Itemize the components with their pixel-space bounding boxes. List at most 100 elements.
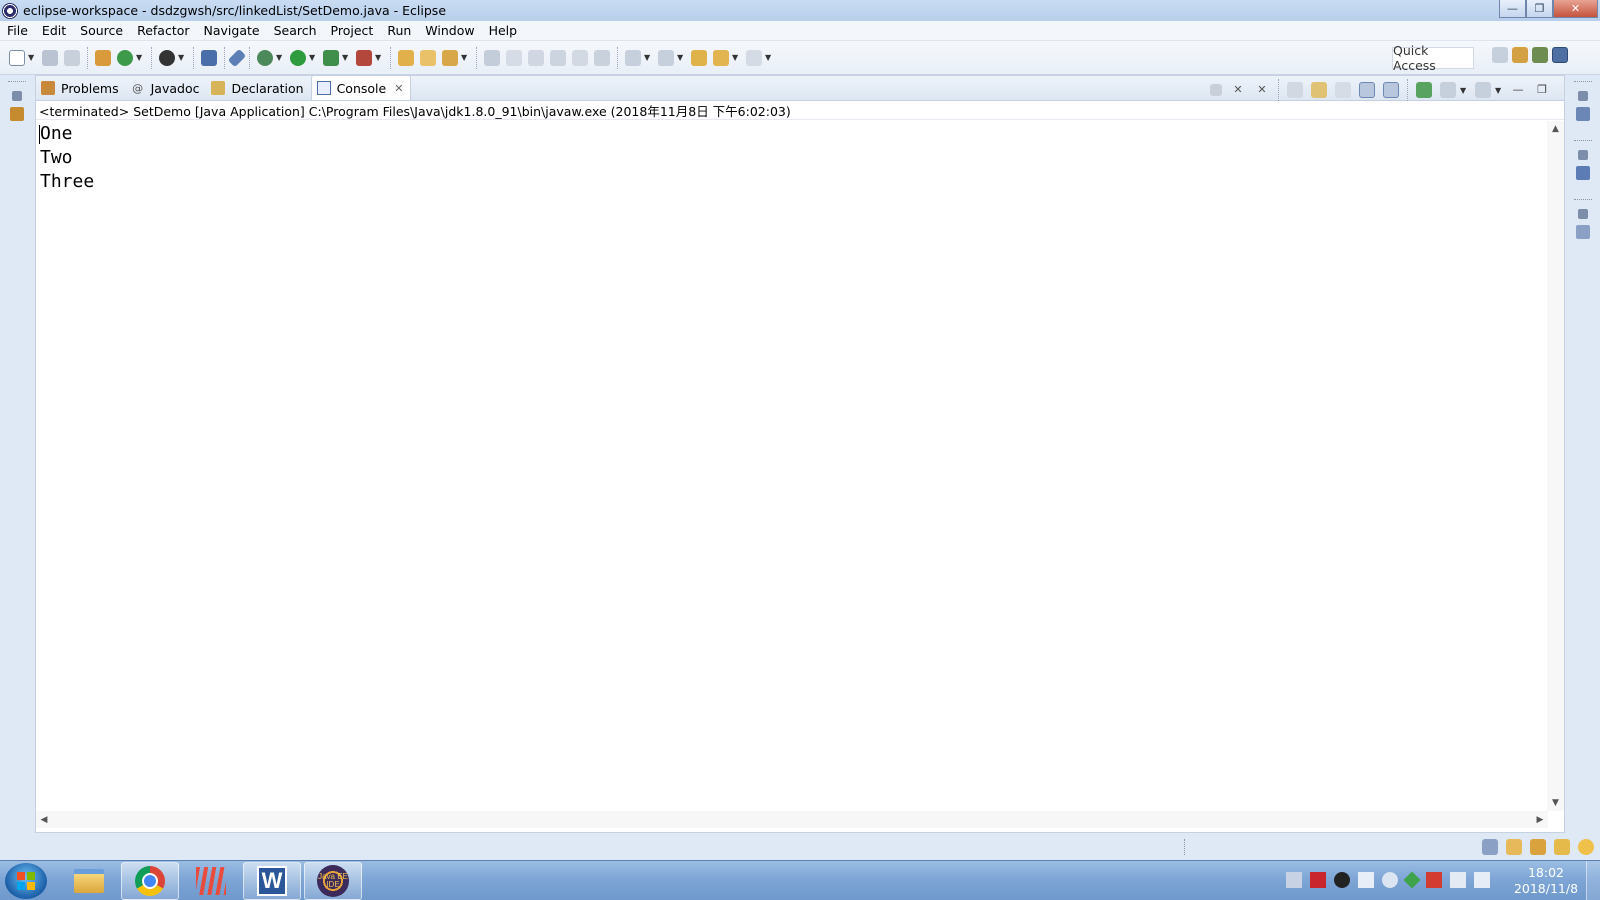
external-tools-icon[interactable] (356, 49, 372, 66)
coverage-dropdown-icon[interactable]: ▼ (342, 53, 350, 62)
keyboard-icon[interactable] (1286, 872, 1302, 888)
minimize-view-icon[interactable]: — (1510, 82, 1526, 98)
restore-button[interactable]: ❐ (1526, 0, 1553, 18)
save-all-icon[interactable] (64, 49, 80, 66)
menu-navigate[interactable]: Navigate (197, 23, 267, 38)
tab-problems[interactable]: Problems (36, 76, 126, 100)
skip-breakpoints-icon[interactable] (227, 48, 247, 67)
menu-file[interactable]: File (0, 23, 35, 38)
tab-console[interactable]: Console ✕ (310, 75, 412, 100)
new-java-package-icon[interactable] (95, 49, 111, 66)
menu-refactor[interactable]: Refactor (130, 23, 196, 38)
show-on-stderr-icon[interactable] (1383, 82, 1399, 98)
scroll-down-icon[interactable]: ▼ (1547, 795, 1564, 811)
save-icon[interactable] (42, 49, 58, 66)
taskbar-chrome[interactable] (121, 862, 179, 900)
last-edit-icon[interactable] (691, 49, 707, 66)
start-button[interactable] (5, 863, 47, 899)
tutorial-icon[interactable] (1530, 839, 1546, 855)
tab-declaration[interactable]: Declaration (206, 76, 310, 100)
remove-launch-icon[interactable]: ✕ (1230, 82, 1246, 98)
restore-icon[interactable] (1578, 209, 1588, 219)
menu-help[interactable]: Help (482, 23, 525, 38)
system-clock[interactable]: 18:02 2018/11/8 (1510, 865, 1582, 897)
search-dropdown-icon[interactable]: ▼ (461, 53, 469, 62)
package-explorer-icon[interactable] (10, 107, 24, 121)
minimize-button[interactable]: — (1499, 0, 1526, 18)
menu-run[interactable]: Run (380, 23, 418, 38)
clear-console-icon[interactable] (1287, 82, 1303, 98)
pin-console-icon[interactable] (1416, 82, 1432, 98)
java-ee-perspective-icon[interactable] (1512, 47, 1528, 63)
quick-access-field[interactable]: Quick Access (1392, 43, 1474, 73)
open-perspective-icon[interactable] (1492, 47, 1508, 63)
server-icon[interactable] (159, 49, 175, 66)
refresh-dropdown-icon[interactable]: ▼ (136, 53, 144, 62)
new-dropdown-icon[interactable]: ▼ (28, 53, 36, 62)
horizontal-scrollbar[interactable]: ◀ ▶ (36, 811, 1548, 828)
network-icon[interactable] (1450, 872, 1466, 888)
server-dropdown-icon[interactable]: ▼ (178, 53, 186, 62)
menu-window[interactable]: Window (418, 23, 481, 38)
next-annotation-icon[interactable] (625, 49, 641, 66)
restore-icon[interactable] (1578, 91, 1588, 101)
previous-annotation-dropdown-icon[interactable]: ▼ (677, 53, 685, 62)
menu-search[interactable]: Search (267, 23, 324, 38)
security-icon[interactable] (1403, 871, 1421, 889)
open-type-icon[interactable] (398, 49, 414, 66)
taskbar-eclipse[interactable]: Java EE IDE (304, 862, 362, 900)
close-button[interactable]: ✕ (1553, 0, 1598, 18)
taskbar-word[interactable]: W (243, 862, 301, 900)
pencil-icon[interactable] (1554, 839, 1570, 855)
console-output[interactable]: One Two Three (36, 121, 1548, 791)
word-wrap-icon[interactable] (1335, 82, 1351, 98)
debug-perspective-icon[interactable] (1532, 47, 1548, 63)
eclipse-app-icon[interactable] (2, 2, 18, 19)
mark-occurrences-icon[interactable] (506, 49, 522, 66)
next-annotation-dropdown-icon[interactable]: ▼ (644, 53, 652, 62)
forward-icon[interactable] (746, 49, 762, 66)
menu-source[interactable]: Source (73, 23, 130, 38)
acrobat-icon[interactable] (1310, 872, 1326, 888)
back-icon[interactable] (713, 49, 729, 66)
maximize-view-icon[interactable]: ❐ (1534, 82, 1550, 98)
coverage-icon[interactable] (323, 49, 339, 66)
task-list-icon[interactable] (1576, 107, 1590, 121)
editor-area-icon[interactable] (1576, 225, 1590, 239)
display-selected-console-icon[interactable] (1440, 82, 1456, 98)
menu-project[interactable]: Project (324, 23, 381, 38)
terminal-icon[interactable] (201, 49, 217, 66)
book-icon[interactable] (1506, 839, 1522, 855)
flag-icon[interactable] (1426, 872, 1442, 888)
tip-icon[interactable] (1578, 839, 1594, 855)
scroll-up-icon[interactable]: ▲ (1547, 121, 1564, 137)
back-dropdown-icon[interactable]: ▼ (732, 53, 740, 62)
terminate-icon[interactable] (1210, 84, 1222, 96)
remove-all-terminated-icon[interactable]: ✕ (1254, 82, 1270, 98)
open-task-icon[interactable] (420, 49, 436, 66)
restore-icon[interactable] (12, 91, 22, 101)
close-tab-icon[interactable]: ✕ (394, 82, 403, 95)
run-dropdown-icon[interactable]: ▼ (309, 53, 317, 62)
taskbar-app[interactable] (182, 862, 240, 900)
search-icon[interactable] (442, 49, 458, 66)
scroll-lock-icon[interactable] (1311, 82, 1327, 98)
forward-dropdown-icon[interactable]: ▼ (765, 53, 773, 62)
show-desktop-button[interactable] (1586, 861, 1600, 900)
display-console-dropdown-icon[interactable]: ▼ (1460, 86, 1468, 95)
pilcrow-icon[interactable] (594, 49, 610, 66)
volume-icon[interactable] (1474, 872, 1490, 888)
qq-icon[interactable] (1334, 872, 1350, 888)
device-icon[interactable] (1358, 872, 1374, 888)
outline-icon[interactable] (1576, 166, 1590, 180)
external-tools-dropdown-icon[interactable]: ▼ (375, 53, 383, 62)
previous-annotation-icon[interactable] (658, 49, 674, 66)
java-perspective-icon[interactable] (1552, 47, 1568, 63)
block-selection-icon[interactable] (528, 49, 544, 66)
show-on-stdout-icon[interactable] (1359, 82, 1375, 98)
scroll-right-icon[interactable]: ▶ (1532, 811, 1548, 828)
progress-icon[interactable] (1482, 839, 1498, 855)
open-console-icon[interactable] (1475, 82, 1491, 98)
scroll-left-icon[interactable]: ◀ (36, 811, 52, 828)
debug-dropdown-icon[interactable]: ▼ (276, 53, 284, 62)
